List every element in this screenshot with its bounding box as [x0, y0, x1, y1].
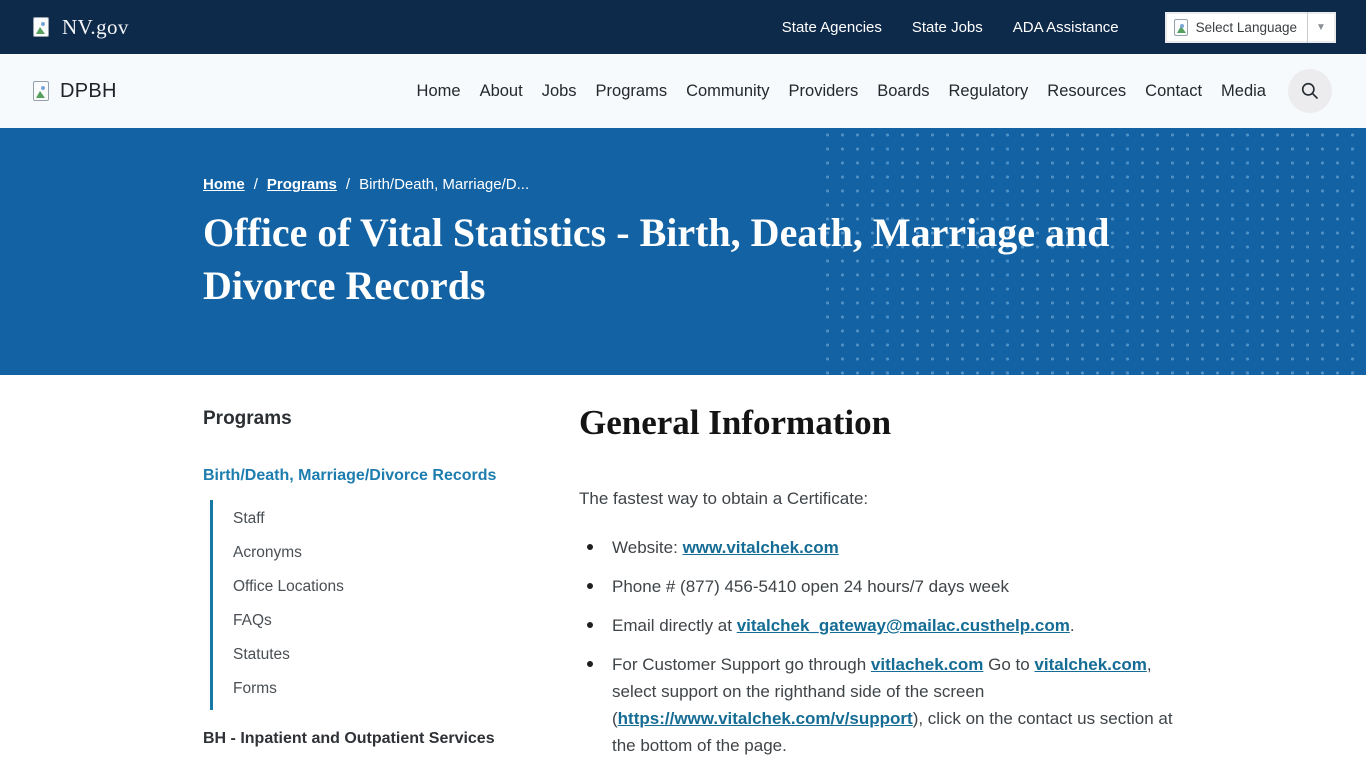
vitalchek-website-link[interactable]: www.vitalchek.com: [683, 538, 839, 557]
hero-banner: Home / Programs / Birth/Death, Marriage/…: [0, 128, 1366, 375]
nav-item-contact[interactable]: Contact: [1145, 82, 1202, 100]
utility-bar: NV.gov State Agencies State Jobs ADA Ass…: [0, 0, 1366, 54]
nav-item-jobs[interactable]: Jobs: [542, 82, 577, 100]
main-content: General Information The fastest way to o…: [579, 375, 1199, 768]
chevron-down-icon[interactable]: ▼: [1308, 22, 1334, 33]
list-item-text: Phone # (877) 456-5410 open 24 hours/7 d…: [612, 577, 1009, 596]
sidebar-subitem-faqs[interactable]: FAQs: [233, 604, 535, 638]
breadcrumb-programs-link[interactable]: Programs: [267, 176, 337, 193]
sidebar-subitem-office-locations[interactable]: Office Locations: [233, 570, 535, 604]
list-item-text: Go to: [983, 655, 1034, 674]
breadcrumb-separator: /: [254, 176, 258, 193]
main-navigation: DPBH Home About Jobs Programs Community …: [0, 54, 1366, 128]
utility-links: State Agencies State Jobs ADA Assistance…: [782, 12, 1336, 43]
breadcrumb: Home / Programs / Birth/Death, Marriage/…: [203, 176, 1366, 193]
search-button[interactable]: [1288, 69, 1332, 113]
programs-sidebar: Programs Birth/Death, Marriage/Divorce R…: [203, 375, 535, 768]
nav-item-providers[interactable]: Providers: [789, 82, 859, 100]
list-item-text: .: [1070, 616, 1075, 635]
sidebar-item-birth-death-records[interactable]: Birth/Death, Marriage/Divorce Records: [203, 467, 535, 485]
nav-item-home[interactable]: Home: [417, 82, 461, 100]
search-icon: [1300, 81, 1320, 101]
list-item-phone: Phone # (877) 456-5410 open 24 hours/7 d…: [579, 573, 1199, 600]
state-jobs-link[interactable]: State Jobs: [912, 19, 983, 36]
list-item-email: Email directly at vitalchek_gateway@mail…: [579, 612, 1199, 639]
list-item-text: Email directly at: [612, 616, 737, 635]
breadcrumb-current: Birth/Death, Marriage/D...: [359, 176, 529, 193]
nav-item-media[interactable]: Media: [1221, 82, 1266, 100]
breadcrumb-home-link[interactable]: Home: [203, 176, 245, 193]
nav-item-community[interactable]: Community: [686, 82, 769, 100]
list-item-website: Website: www.vitalchek.com: [579, 534, 1199, 561]
sidebar-item-bh-services[interactable]: BH - Inpatient and Outpatient Services: [203, 730, 535, 748]
dpbh-logo-text: DPBH: [60, 80, 117, 103]
nav-item-boards[interactable]: Boards: [877, 82, 929, 100]
nav-item-programs[interactable]: Programs: [596, 82, 668, 100]
nav-item-resources[interactable]: Resources: [1047, 82, 1126, 100]
breadcrumb-separator: /: [346, 176, 350, 193]
vitlachek-link[interactable]: vitlachek.com: [871, 655, 983, 674]
info-list: Website: www.vitalchek.com Phone # (877)…: [579, 534, 1199, 759]
vitalchek-email-link[interactable]: vitalchek_gateway@mailac.custhelp.com: [737, 616, 1070, 635]
sidebar-subitem-statutes[interactable]: Statutes: [233, 638, 535, 672]
sidebar-subnav: Staff Acronyms Office Locations FAQs Sta…: [210, 500, 535, 710]
nav-menu: Home About Jobs Programs Community Provi…: [417, 82, 1266, 101]
page-title: Office of Vital Statistics - Birth, Deat…: [203, 207, 1203, 313]
broken-image-icon: [33, 17, 49, 37]
sidebar-heading: Programs: [203, 408, 535, 430]
nav-item-regulatory[interactable]: Regulatory: [949, 82, 1029, 100]
intro-text: The fastest way to obtain a Certificate:: [579, 489, 1199, 509]
language-selector-label: Select Language: [1188, 20, 1307, 35]
vitalchek-support-url-link[interactable]: https://www.vitalchek.com/v/support: [618, 709, 913, 728]
nvgov-logo[interactable]: NV.gov: [33, 15, 129, 40]
content-area: Programs Birth/Death, Marriage/Divorce R…: [0, 375, 1366, 768]
list-item-support: For Customer Support go through vitlache…: [579, 651, 1199, 759]
nav-item-about[interactable]: About: [480, 82, 523, 100]
section-heading: General Information: [579, 403, 1199, 443]
sidebar-subitem-forms[interactable]: Forms: [233, 672, 535, 706]
ada-assistance-link[interactable]: ADA Assistance: [1013, 19, 1119, 36]
sidebar-subitem-acronyms[interactable]: Acronyms: [233, 536, 535, 570]
dpbh-logo[interactable]: DPBH: [33, 80, 117, 103]
sidebar-subitem-staff[interactable]: Staff: [233, 502, 535, 536]
language-selector[interactable]: Select Language ▼: [1165, 12, 1336, 43]
broken-image-icon: [33, 81, 49, 101]
vitalchek-link[interactable]: vitalchek.com: [1034, 655, 1146, 674]
state-agencies-link[interactable]: State Agencies: [782, 19, 882, 36]
list-item-text: Website:: [612, 538, 683, 557]
translate-icon: [1174, 19, 1188, 36]
nvgov-logo-text: NV.gov: [62, 15, 129, 40]
list-item-text: For Customer Support go through: [612, 655, 871, 674]
